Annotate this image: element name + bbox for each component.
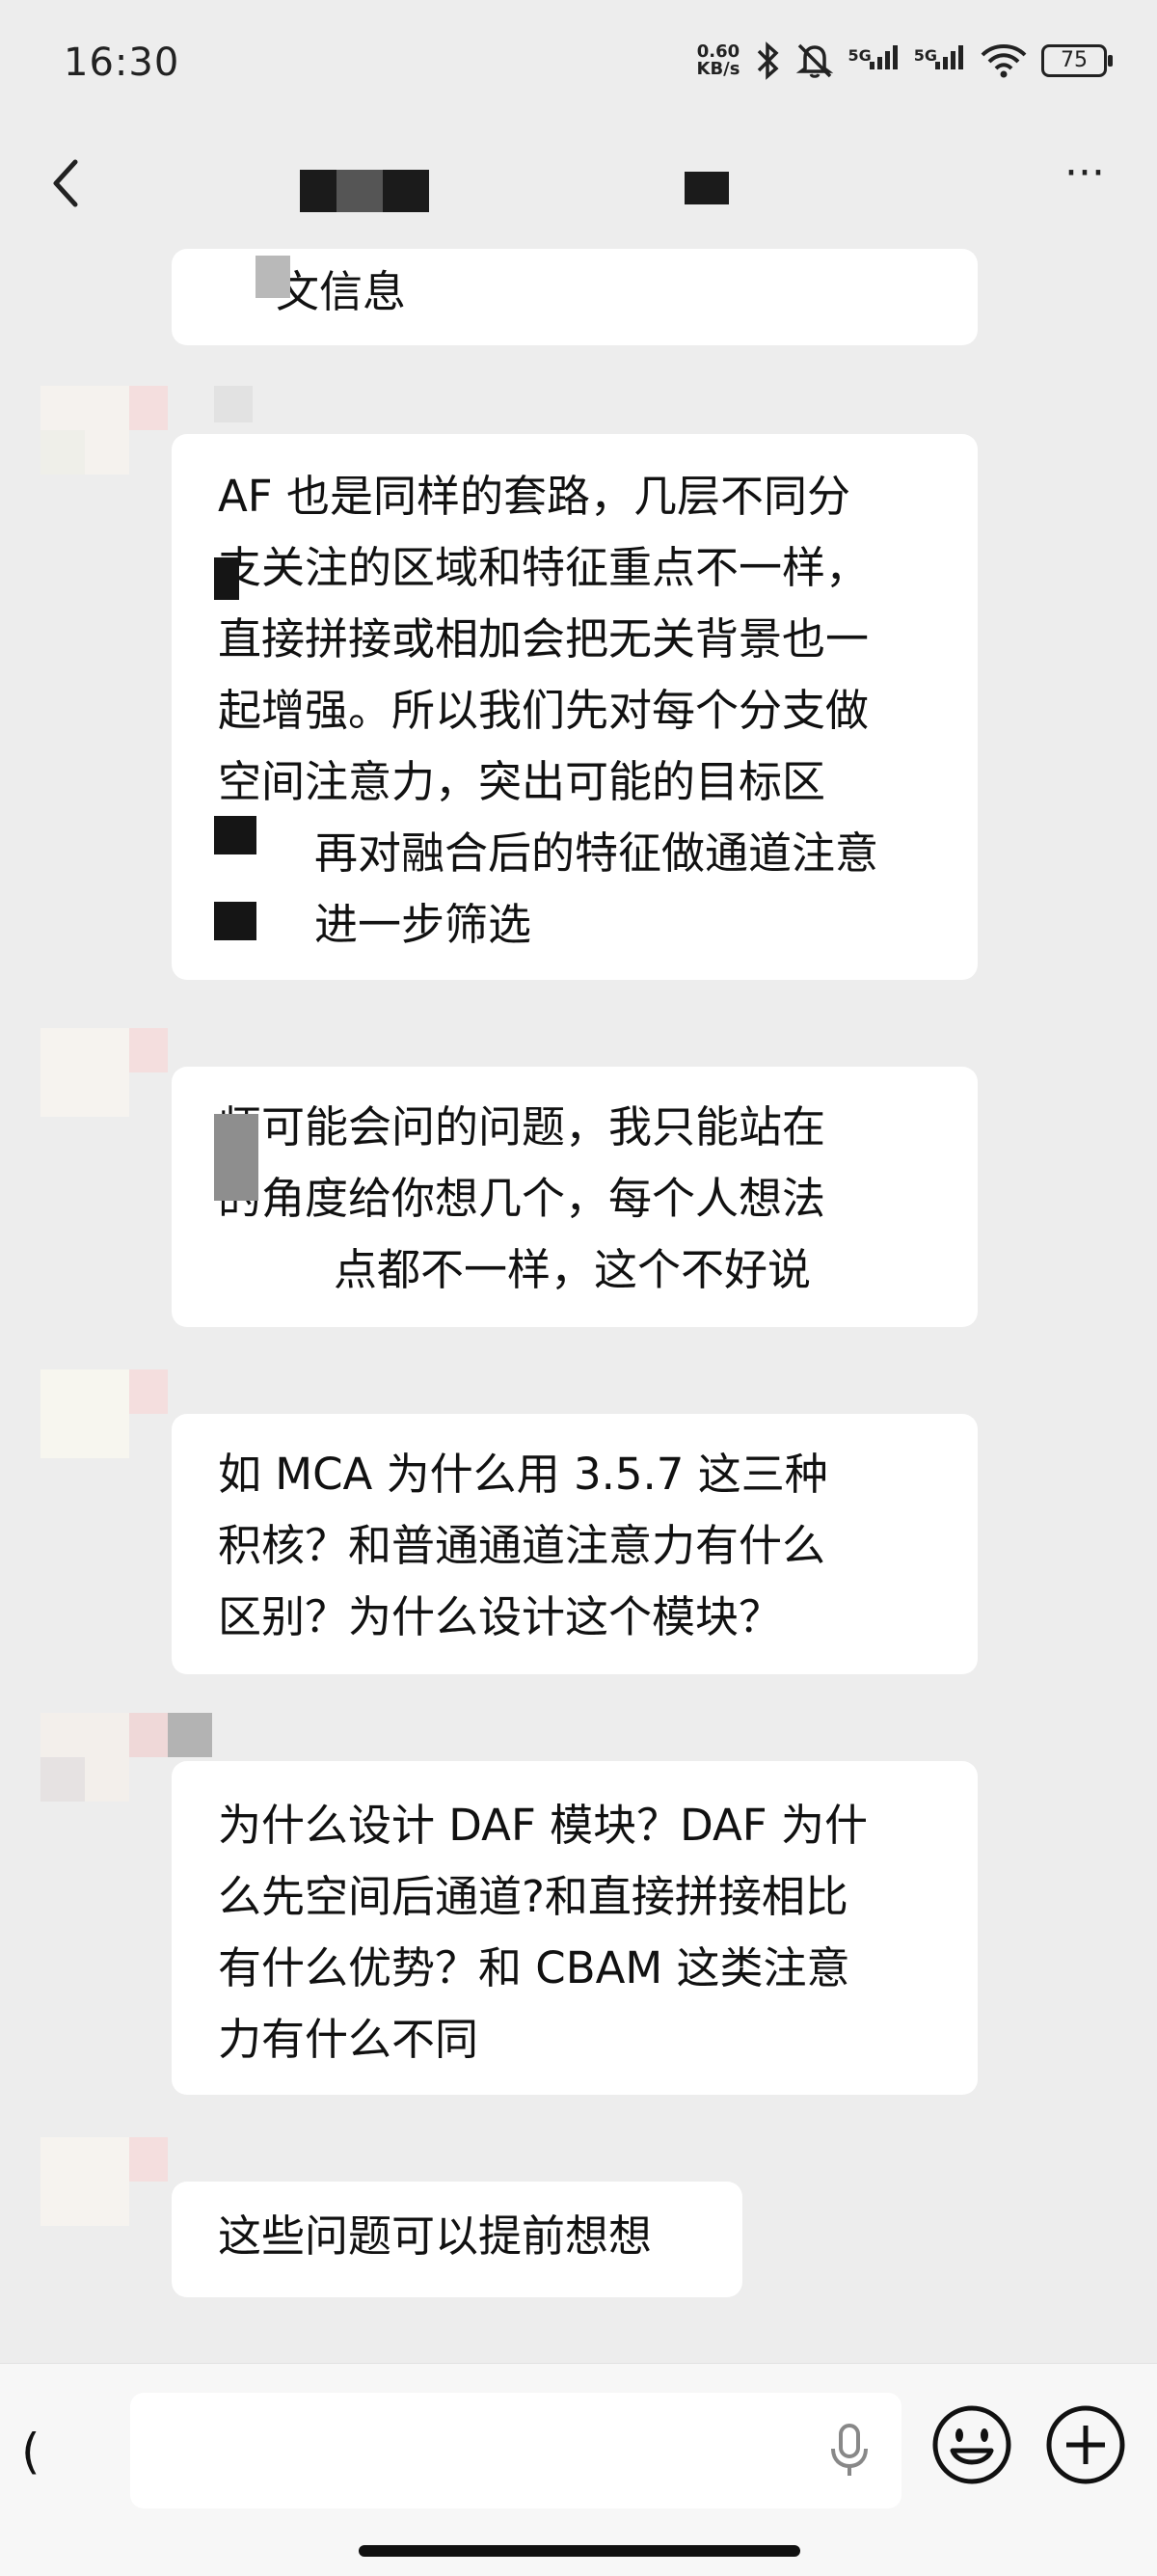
message-bubble[interactable]: 为什么设计 DAF 模块？DAF 为什 么先空间后通道?和直接拼接相比 有什么优… [172, 1761, 978, 2095]
message-line: 师可能会问的问题，我只能站在 [218, 1101, 826, 1152]
message-line: 有什么优势？和 CBAM 这类注意 [218, 1942, 850, 1993]
redaction-block [685, 172, 729, 204]
redaction-block [256, 256, 290, 298]
plus-icon[interactable] [1043, 2402, 1128, 2487]
message-line: 为什么设计 DAF 模块？DAF 为什 [218, 1800, 868, 1851]
status-time: 16:30 [64, 41, 180, 85]
message-bubble[interactable]: AF 也是同样的套路，几层不同分 支关注的区域和特征重点不一样， 直接拼接或相加… [172, 434, 978, 980]
status-bar: 16:30 0.60 KB/s 5G 5G 75 [0, 0, 1157, 125]
message-line: 进一步筛选 [314, 899, 532, 950]
message-bubble[interactable]: 如 MCA 为什么用 3.5.7 这三种 积核？和普通通道注意力有什么 区别？为… [172, 1414, 978, 1674]
redaction-block [214, 557, 239, 600]
message-line: 直接拼接或相加会把无关背景也一 [218, 613, 870, 664]
message-line: 支关注的区域和特征重点不一样， [218, 542, 870, 593]
status-icons: 0.60 KB/s 5G 5G 75 [697, 37, 1113, 85]
voice-toggle-icon[interactable]: ( [21, 2424, 50, 2501]
message-line: 再对融合后的特征做通道注意 [314, 827, 879, 879]
message-line: 的角度给你想几个，每个人想法 [218, 1173, 826, 1224]
message-line: 如 MCA 为什么用 3.5.7 这三种 [218, 1449, 828, 1500]
chat-header: ··· [0, 125, 1157, 241]
redaction-block [336, 170, 383, 212]
message-line: 力有什么不同 [218, 2014, 479, 2065]
more-dots-icon[interactable]: ··· [1051, 152, 1118, 203]
message-line: 起增强。所以我们先对每个分支做 [218, 685, 870, 736]
redaction-block [214, 816, 256, 854]
avatar[interactable] [40, 2137, 168, 2226]
message-line: 区别？为什么设计这个模块？ [218, 1591, 783, 1642]
mute-bell-icon [796, 43, 834, 78]
redaction-block [214, 902, 256, 940]
signal-5g-icon: 5G [848, 42, 900, 79]
signal-5g-icon: 5G [914, 42, 966, 79]
message-line: 文信息 [276, 266, 407, 317]
message-bubble[interactable]: 师可能会问的问题，我只能站在 的角度给你想几个，每个人想法 点都不一样，这个不好… [172, 1067, 978, 1327]
message-line: 积核？和普通通道注意力有什么 [218, 1520, 826, 1571]
emoji-icon[interactable] [929, 2402, 1014, 2487]
avatar[interactable] [40, 1713, 212, 1802]
battery-icon: 75 [1041, 44, 1113, 77]
redaction-block [300, 170, 336, 212]
bluetooth-icon [758, 41, 780, 80]
message-input[interactable] [130, 2393, 901, 2508]
chevron-left-icon[interactable] [39, 154, 96, 212]
message-bubble[interactable]: 这些问题可以提前想想 [172, 2182, 742, 2297]
message-line: 么先空间后通道?和直接拼接相比 [218, 1871, 848, 1922]
redaction-block [383, 170, 429, 212]
message-line: 空间注意力，突出可能的目标区 [218, 756, 826, 807]
network-speed: 0.60 KB/s [697, 43, 740, 78]
avatar[interactable] [40, 1028, 168, 1117]
microphone-icon[interactable] [824, 2422, 874, 2480]
message-line: 这些问题可以提前想想 [218, 2210, 653, 2262]
network-speed-unit: KB/s [696, 59, 740, 79]
message-line: 点都不一样，这个不好说 [334, 1244, 812, 1295]
message-bubble[interactable]: 文信息 [172, 249, 978, 345]
input-bar: ( [0, 2363, 1157, 2576]
avatar[interactable] [40, 386, 253, 475]
redaction-block [214, 1114, 258, 1201]
wifi-icon [981, 44, 1027, 78]
message-line: AF 也是同样的套路，几层不同分 [218, 471, 850, 522]
home-indicator [359, 2545, 800, 2557]
avatar[interactable] [40, 1369, 168, 1458]
